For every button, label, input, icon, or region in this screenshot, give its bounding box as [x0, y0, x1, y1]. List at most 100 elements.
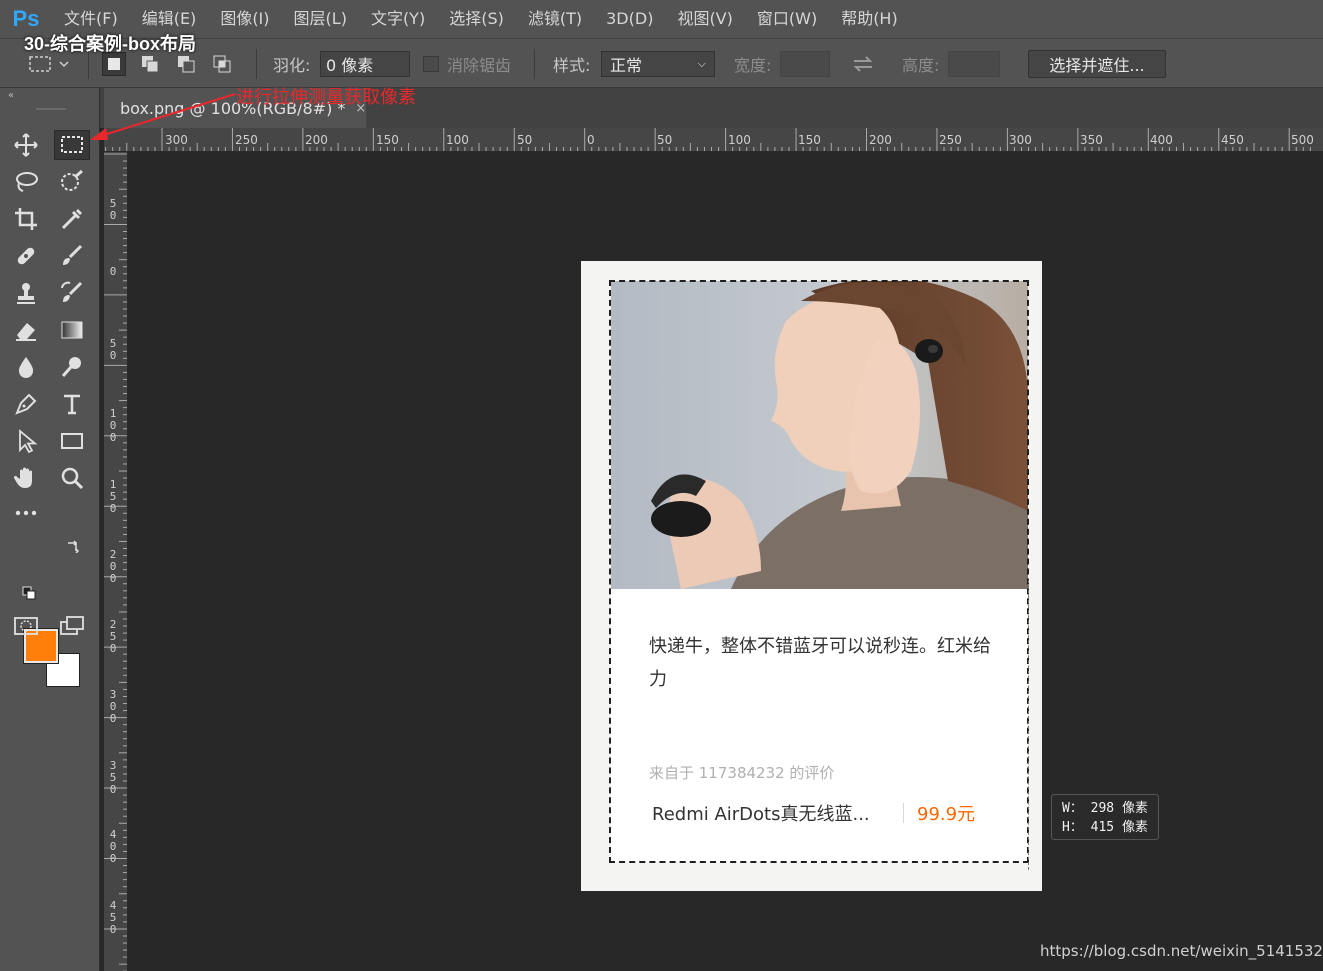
swap-colors-icon[interactable]	[66, 538, 80, 557]
width-label: 宽度:	[734, 56, 772, 75]
move-tool[interactable]	[8, 130, 44, 160]
horizontal-ruler-ticks	[105, 128, 1311, 151]
history-brush-tool[interactable]	[54, 278, 90, 308]
menu-window[interactable]: 窗口(W)	[745, 0, 829, 38]
swap-arrows-icon	[853, 56, 873, 72]
vertical-ruler[interactable]: 50 0 50 100 150 200 250 300 350 400 450	[104, 152, 128, 971]
screen-mode-button[interactable]	[54, 611, 90, 641]
select-and-mask-button[interactable]: 选择并遮住...	[1028, 50, 1166, 78]
menu-3d[interactable]: 3D(D)	[594, 0, 665, 38]
gradient-tool[interactable]	[54, 315, 90, 345]
ruler-label: 0	[109, 265, 117, 278]
crop-icon	[15, 208, 37, 230]
ruler-label: 350	[109, 759, 117, 796]
ellipsis-icon	[15, 510, 37, 516]
antialias-checkbox[interactable]	[423, 56, 439, 72]
menu-bar: Ps 文件(F) 编辑(E) 图像(I) 图层(L) 文字(Y) 选择(S) 滤…	[0, 0, 1323, 38]
feather-input[interactable]: 0 像素	[320, 51, 410, 77]
ruler-label: 250	[109, 618, 117, 655]
panel-grip	[36, 108, 66, 110]
menu-layer[interactable]: 图层(L)	[282, 0, 359, 38]
quick-selection-tool[interactable]	[54, 167, 90, 197]
watermark: https://blog.csdn.net/weixin_51415327	[1040, 942, 1323, 960]
ruler-label: 200	[305, 133, 328, 147]
ruler-label: 50	[517, 133, 533, 147]
magnifier-icon	[61, 467, 84, 490]
style-select[interactable]: 正常 ⌵	[601, 51, 715, 77]
product-price: 99.9元	[917, 804, 976, 825]
separator	[534, 49, 535, 79]
ruler-label: 150	[109, 478, 117, 515]
type-icon	[64, 394, 80, 415]
ruler-label: 50	[109, 197, 117, 222]
product-photo	[611, 281, 1028, 589]
cursor-guide	[1028, 580, 1029, 870]
style-label: 样式:	[553, 56, 591, 75]
review-text: 快递牛，整体不错蓝牙可以说秒连。红米给力	[649, 636, 991, 690]
more-tools-button[interactable]	[8, 498, 44, 528]
default-colors-icon[interactable]	[22, 585, 36, 604]
lasso-icon	[16, 172, 38, 192]
ruler-label: 300	[109, 688, 117, 725]
path-selection-tool[interactable]	[8, 426, 44, 456]
brush-icon	[63, 244, 83, 265]
selection-size-tooltip: W： 298 像素 H： 415 像素	[1051, 794, 1159, 840]
dodge-icon	[61, 357, 81, 377]
menu-view[interactable]: 视图(V)	[665, 0, 744, 38]
selection-width: W： 298 像素	[1062, 801, 1148, 816]
horizontal-ruler[interactable]: 300 250 200 150 100 50 0 50 100 150 200 …	[104, 128, 1323, 152]
ruler-label: 100	[109, 407, 117, 444]
bandage-icon	[17, 247, 35, 265]
product-name: Redmi AirDots真无线蓝...	[652, 804, 870, 825]
intersect-selection-icon	[213, 55, 231, 73]
pen-tool[interactable]	[8, 389, 44, 419]
tools-panel: «	[0, 88, 100, 971]
new-selection-icon	[108, 58, 120, 70]
ruler-label: 300	[1009, 133, 1032, 147]
annotation-text: 进行拉伸测量获取像素	[236, 87, 416, 108]
annotation-arrow-icon	[90, 93, 236, 140]
blur-tool[interactable]	[8, 352, 44, 382]
clone-stamp-tool[interactable]	[8, 278, 44, 308]
brush-tool[interactable]	[54, 241, 90, 271]
hand-tool[interactable]	[8, 463, 44, 493]
price-divider	[903, 803, 904, 823]
dodge-tool[interactable]	[54, 352, 90, 382]
pen-icon	[15, 393, 37, 415]
collapse-panel-icon[interactable]: «	[8, 90, 14, 101]
chevron-down-icon: ⌵	[697, 57, 706, 70]
ruler-label: 450	[1221, 133, 1244, 147]
eyedropper-tool[interactable]	[54, 204, 90, 234]
menu-image[interactable]: 图像(I)	[208, 0, 281, 38]
rectangle-icon	[61, 433, 83, 449]
selection-height: H： 415 像素	[1062, 820, 1148, 835]
ruler-label: 400	[109, 828, 117, 865]
quick-mask-icon	[14, 617, 38, 635]
rectangle-tool[interactable]	[54, 426, 90, 456]
type-tool[interactable]	[54, 389, 90, 419]
eraser-tool[interactable]	[8, 315, 44, 345]
zoom-tool[interactable]	[54, 463, 90, 493]
add-selection-icon	[142, 56, 159, 73]
menu-help[interactable]: 帮助(H)	[829, 0, 910, 38]
ruler-label: 100	[446, 133, 469, 147]
menu-filter[interactable]: 滤镜(T)	[516, 0, 594, 38]
lasso-tool[interactable]	[8, 167, 44, 197]
hand-icon	[13, 467, 32, 488]
ruler-label: 150	[798, 133, 821, 147]
height-label: 高度:	[902, 56, 940, 75]
history-brush-icon	[61, 281, 83, 302]
menu-type[interactable]: 文字(Y)	[359, 0, 437, 38]
crop-tool[interactable]	[8, 204, 44, 234]
intersect-selection-button[interactable]	[210, 52, 234, 76]
swap-dimensions-button[interactable]	[852, 39, 874, 89]
height-input[interactable]	[948, 51, 1000, 77]
subtract-selection-icon	[178, 56, 195, 73]
quick-mask-button[interactable]	[8, 611, 44, 641]
ruler-label: 100	[728, 133, 751, 147]
menu-select[interactable]: 选择(S)	[437, 0, 516, 38]
width-input[interactable]	[780, 51, 830, 77]
healing-brush-tool[interactable]	[8, 241, 44, 271]
ruler-label: 500	[1291, 133, 1314, 147]
ruler-label: 250	[939, 133, 962, 147]
